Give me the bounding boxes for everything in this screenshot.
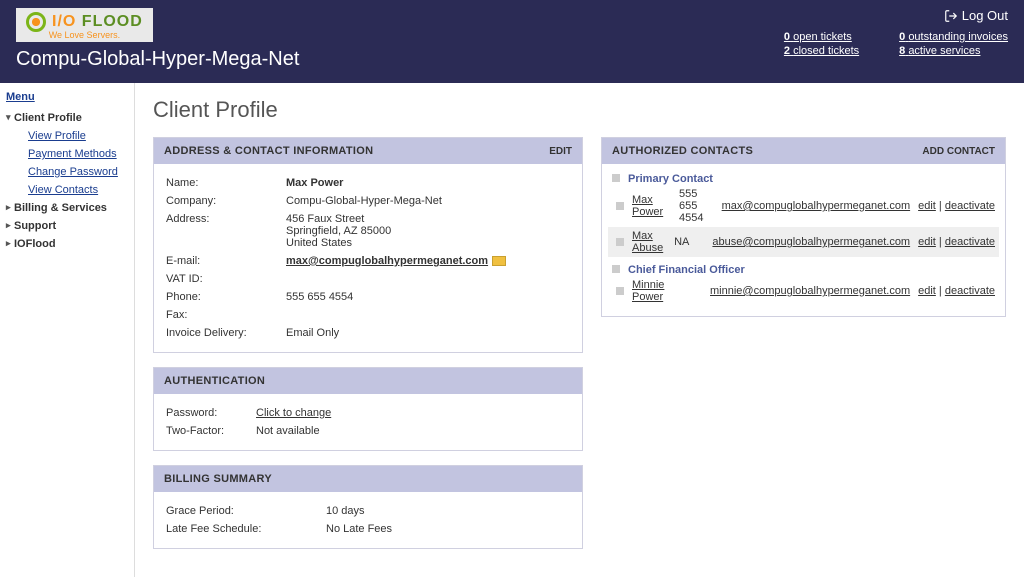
email-link[interactable]: max@compuglobalhypermeganet.com bbox=[286, 255, 488, 267]
auth-panel-title: AUTHENTICATION bbox=[164, 375, 265, 387]
header-stats: 0 open tickets 2 closed tickets 0 outsta… bbox=[784, 31, 1008, 59]
invoice-delivery-value: Email Only bbox=[286, 327, 570, 339]
contact-role: Primary Contact bbox=[608, 170, 999, 185]
contact-deactivate-link[interactable]: deactivate bbox=[945, 236, 995, 248]
square-icon bbox=[616, 202, 624, 210]
sidebar-item-client-profile[interactable]: Client Profile bbox=[6, 109, 128, 127]
sidebar-item-support[interactable]: Support bbox=[6, 217, 128, 235]
closed-tickets-link[interactable]: 2 closed tickets bbox=[784, 45, 859, 57]
contact-phone: 555 655 4554 bbox=[679, 188, 714, 224]
sidebar-item-billing-services[interactable]: Billing & Services bbox=[6, 199, 128, 217]
contact-role: Chief Financial Officer bbox=[608, 261, 999, 276]
contact-phone: NA bbox=[674, 236, 704, 248]
address-value: 456 Faux StreetSpringfield, AZ 85000Unit… bbox=[286, 213, 570, 249]
fax-value bbox=[286, 309, 570, 321]
logout-button[interactable]: Log Out bbox=[944, 8, 1008, 23]
company-value: Compu-Global-Hyper-Mega-Net bbox=[286, 195, 570, 207]
address-label: Address: bbox=[166, 213, 286, 249]
contact-row: Max Power 555 655 4554 max@compuglobalhype… bbox=[608, 185, 999, 227]
logo-subtitle: We Love Servers. bbox=[26, 30, 143, 40]
sidebar-item-change-password[interactable]: Change Password bbox=[6, 163, 128, 181]
outstanding-invoices-link[interactable]: 0 outstanding invoices bbox=[899, 31, 1008, 43]
square-icon bbox=[616, 287, 624, 295]
contact-name-link[interactable]: Max Abuse bbox=[632, 230, 663, 254]
twofactor-value: Not available bbox=[256, 425, 570, 437]
address-panel: ADDRESS & CONTACT INFORMATION EDIT Name:… bbox=[153, 137, 583, 353]
sidebar-item-view-profile[interactable]: View Profile bbox=[6, 127, 128, 145]
latefee-label: Late Fee Schedule: bbox=[166, 523, 326, 535]
client-name: Compu-Global-Hyper-Mega-Net bbox=[16, 48, 784, 71]
invoice-delivery-label: Invoice Delivery: bbox=[166, 327, 286, 339]
sidebar-item-view-contacts[interactable]: View Contacts bbox=[6, 181, 128, 199]
header: I/O FLOOD We Love Servers. Compu-Global-… bbox=[0, 0, 1024, 83]
change-password-link[interactable]: Click to change bbox=[256, 407, 331, 419]
contact-edit-link[interactable]: edit bbox=[918, 285, 936, 297]
company-label: Company: bbox=[166, 195, 286, 207]
contacts-panel-title: AUTHORIZED CONTACTS bbox=[612, 145, 753, 157]
active-services-link[interactable]: 8 active services bbox=[899, 45, 980, 57]
page-title: Client Profile bbox=[153, 97, 1006, 123]
latefee-value: No Late Fees bbox=[326, 523, 570, 535]
email-icon bbox=[492, 256, 506, 266]
contact-edit-link[interactable]: edit bbox=[918, 200, 936, 212]
name-label: Name: bbox=[166, 177, 286, 189]
sidebar: Menu Client ProfileView ProfilePayment M… bbox=[0, 83, 135, 577]
logout-label: Log Out bbox=[962, 8, 1008, 23]
contact-row: Minnie Power minnie@compuglobalhypermegan… bbox=[608, 276, 999, 306]
square-icon bbox=[616, 238, 624, 246]
contact-name-link[interactable]: Max Power bbox=[632, 194, 663, 218]
logo-icon bbox=[26, 12, 46, 32]
open-tickets-link[interactable]: 0 open tickets bbox=[784, 31, 852, 43]
menu-title: Menu bbox=[6, 91, 128, 103]
email-value: max@compuglobalhypermeganet.com bbox=[286, 255, 570, 267]
vat-label: VAT ID: bbox=[166, 273, 286, 285]
password-label: Password: bbox=[166, 407, 256, 419]
main-content: Client Profile ADDRESS & CONTACT INFORMA… bbox=[135, 83, 1024, 577]
twofactor-label: Two-Factor: bbox=[166, 425, 256, 437]
contact-row: Max Abuse NA abuse@compuglobalhypermeganet… bbox=[608, 227, 999, 257]
billing-panel-title: BILLING SUMMARY bbox=[164, 473, 272, 485]
name-value: Max Power bbox=[286, 177, 570, 189]
edit-address-button[interactable]: EDIT bbox=[549, 146, 572, 157]
email-label: E-mail: bbox=[166, 255, 286, 267]
contact-name-link[interactable]: Minnie Power bbox=[632, 279, 664, 303]
contacts-panel: AUTHORIZED CONTACTS ADD CONTACT Primary … bbox=[601, 137, 1006, 317]
vat-value bbox=[286, 273, 570, 285]
contact-email-link[interactable]: abuse@compuglobalhypermeganet.com bbox=[712, 236, 910, 248]
billing-panel: BILLING SUMMARY Grace Period:10 days Lat… bbox=[153, 465, 583, 549]
phone-label: Phone: bbox=[166, 291, 286, 303]
sidebar-item-payment-methods[interactable]: Payment Methods bbox=[6, 145, 128, 163]
logo-text: I/O FLOOD bbox=[52, 13, 143, 31]
phone-value: 555 655 4554 bbox=[286, 291, 570, 303]
sidebar-item-ioflood[interactable]: IOFlood bbox=[6, 235, 128, 253]
grace-label: Grace Period: bbox=[166, 505, 326, 517]
grace-value: 10 days bbox=[326, 505, 570, 517]
contact-email-link[interactable]: minnie@compuglobalhypermeganet.com bbox=[710, 285, 910, 297]
auth-panel: AUTHENTICATION Password:Click to change … bbox=[153, 367, 583, 451]
fax-label: Fax: bbox=[166, 309, 286, 321]
contact-edit-link[interactable]: edit bbox=[918, 236, 936, 248]
add-contact-button[interactable]: ADD CONTACT bbox=[922, 146, 995, 157]
contact-deactivate-link[interactable]: deactivate bbox=[945, 285, 995, 297]
contact-deactivate-link[interactable]: deactivate bbox=[945, 200, 995, 212]
address-panel-title: ADDRESS & CONTACT INFORMATION bbox=[164, 145, 373, 157]
logo[interactable]: I/O FLOOD We Love Servers. bbox=[16, 8, 153, 42]
logout-icon bbox=[944, 9, 958, 23]
contact-email-link[interactable]: max@compuglobalhypermeganet.com bbox=[722, 200, 910, 212]
